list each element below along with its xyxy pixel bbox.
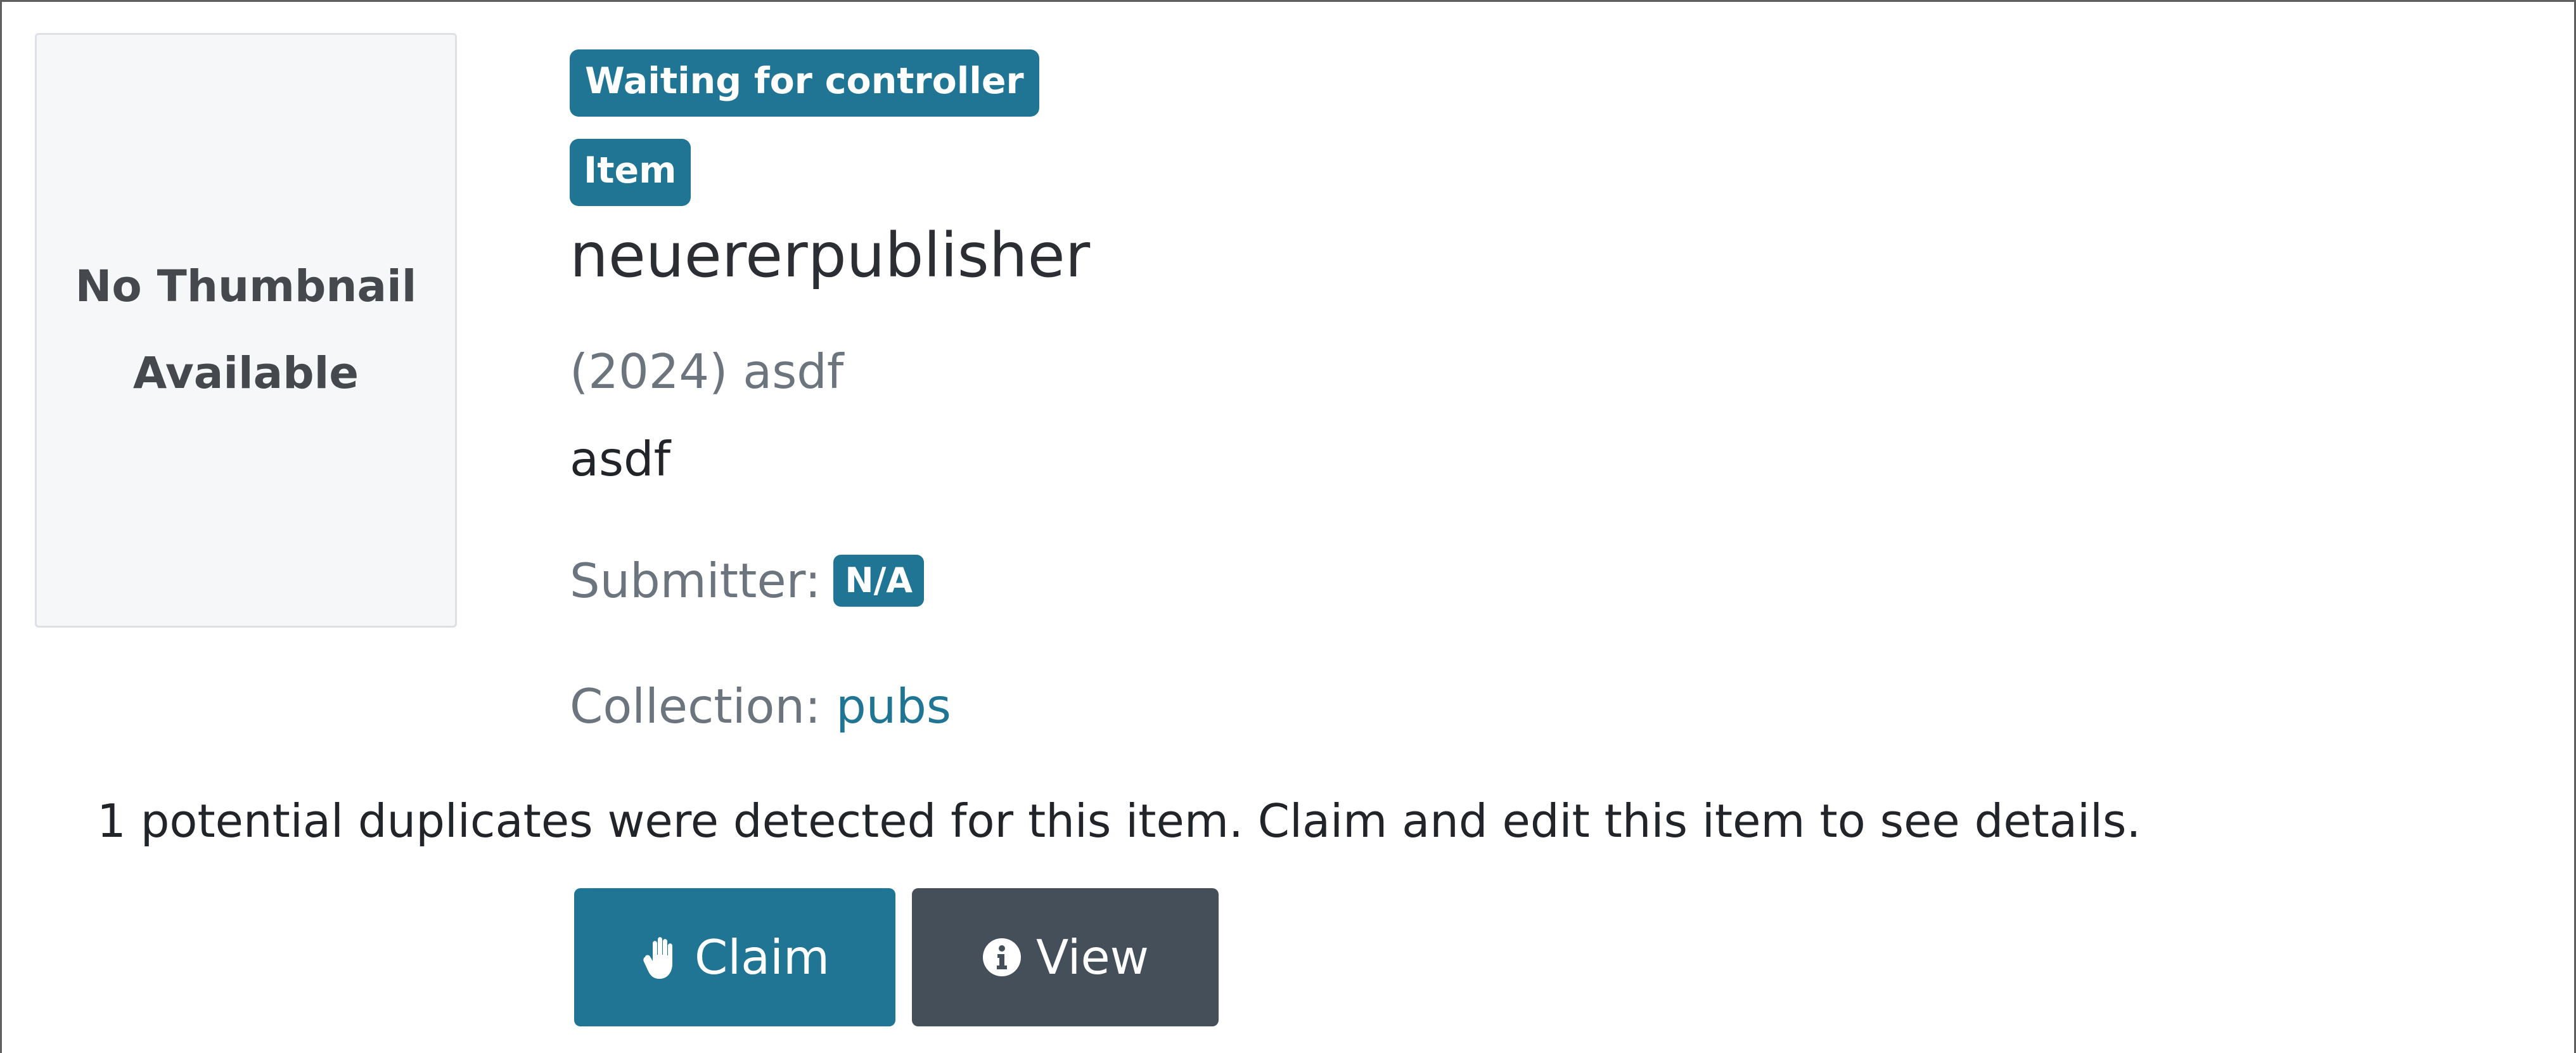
thumbnail-placeholder-line2: Available bbox=[132, 348, 359, 399]
thumbnail-placeholder-text: No Thumbnail Available bbox=[75, 243, 417, 417]
collection-link[interactable]: pubs bbox=[836, 678, 951, 734]
item-abstract: asdf bbox=[570, 431, 671, 487]
view-button[interactable]: View bbox=[912, 888, 1219, 1026]
type-badge: Item bbox=[570, 139, 691, 206]
hand-paper-icon bbox=[640, 934, 681, 980]
claim-button[interactable]: Claim bbox=[574, 888, 895, 1026]
status-badge: Waiting for controller bbox=[570, 49, 1039, 117]
claim-button-label: Claim bbox=[694, 929, 830, 985]
search-result-card: No Thumbnail Available Waiting for contr… bbox=[0, 0, 2576, 1053]
item-title[interactable]: neuererpublisher bbox=[570, 222, 1090, 290]
item-date-authors: (2024) asdf bbox=[570, 344, 844, 399]
view-button-label: View bbox=[1036, 929, 1149, 985]
collection-row: Collection: pubs bbox=[570, 680, 951, 733]
thumbnail-placeholder: No Thumbnail Available bbox=[35, 33, 457, 628]
info-circle-icon bbox=[982, 937, 1022, 978]
duplicates-warning: 1 potential duplicates were detected for… bbox=[97, 794, 2141, 848]
submitter-badge: N/A bbox=[833, 555, 925, 607]
submitter-label: Submitter: bbox=[570, 553, 821, 609]
submitter-row: Submitter: N/A bbox=[570, 553, 925, 609]
thumbnail-placeholder-line1: No Thumbnail bbox=[75, 261, 417, 312]
collection-label: Collection: bbox=[570, 678, 821, 734]
